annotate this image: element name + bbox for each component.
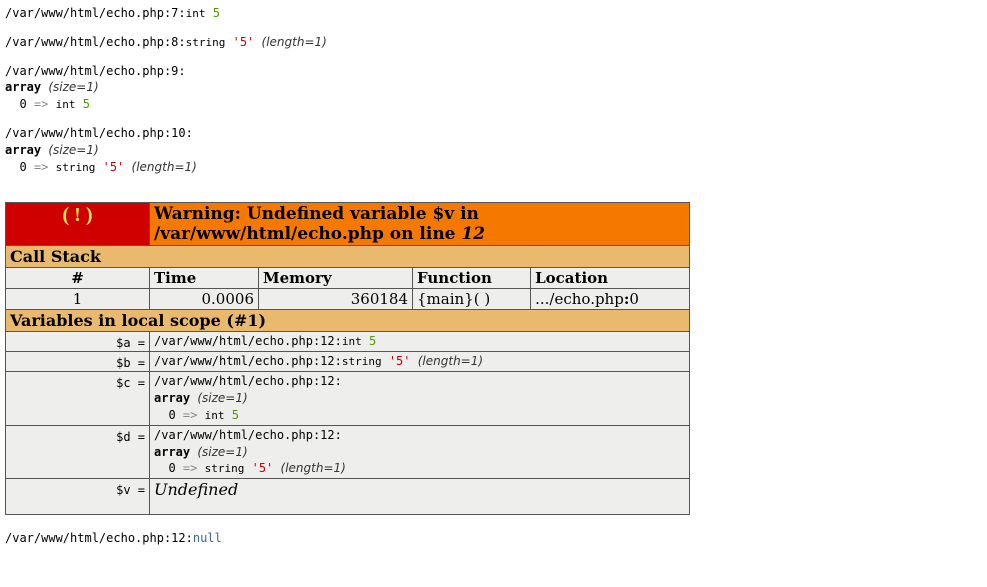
col-time: Time — [150, 268, 259, 289]
stack-time: 0.0006 — [150, 289, 259, 310]
stack-function: {main}( ) — [413, 289, 531, 310]
call-stack-row: 1 0.0006 360184 {main}( ) .../echo.php:0 — [6, 289, 690, 310]
dump-line: /var/www/html/echo.php:12:null — [5, 530, 987, 547]
scope-var-row: $b = /var/www/html/echo.php:12:string '5… — [6, 352, 690, 372]
vardump-array-int: /var/www/html/echo.php:9: array (size=1)… — [5, 63, 987, 113]
var-name-b: $b = — [6, 352, 150, 372]
var-name-c: $c = — [6, 372, 150, 425]
vardump-string: /var/www/html/echo.php:8:string '5' (len… — [5, 34, 987, 51]
dump-line: /var/www/html/echo.php:10: array (size=1… — [5, 125, 987, 175]
var-name-a: $a = — [6, 332, 150, 352]
col-function: Function — [413, 268, 531, 289]
local-scope-title: Variables in local scope (#1) — [6, 310, 690, 332]
dump-line: /var/www/html/echo.php:7:int 5 — [5, 5, 987, 22]
var-name-v: $v = — [6, 479, 150, 515]
vardump-null: /var/www/html/echo.php:12:null — [5, 530, 987, 547]
vardump-array-string: /var/www/html/echo.php:10: array (size=1… — [5, 125, 987, 175]
col-location: Location — [531, 268, 690, 289]
col-memory: Memory — [259, 268, 413, 289]
error-message: Warning: Undefined variable $v in /var/w… — [150, 203, 690, 246]
scope-var-row: $c = /var/www/html/echo.php:12: array (s… — [6, 372, 690, 425]
scope-var-row: $v = Undefined — [6, 479, 690, 515]
var-value-d: /var/www/html/echo.php:12: array (size=1… — [150, 425, 690, 478]
call-stack-header-row: # Time Memory Function Location — [6, 268, 690, 289]
call-stack-title: Call Stack — [6, 246, 690, 268]
var-value-a: /var/www/html/echo.php:12:int 5 — [150, 332, 690, 352]
dump-line: /var/www/html/echo.php:8:string '5' (len… — [5, 34, 987, 51]
error-bang-icon: ( ! ) — [6, 203, 150, 246]
var-value-b: /var/www/html/echo.php:12:string '5' (le… — [150, 352, 690, 372]
stack-location: .../echo.php:0 — [531, 289, 690, 310]
var-value-c: /var/www/html/echo.php:12: array (size=1… — [150, 372, 690, 425]
scope-var-row: $a = /var/www/html/echo.php:12:int 5 — [6, 332, 690, 352]
scope-var-row: $d = /var/www/html/echo.php:12: array (s… — [6, 425, 690, 478]
stack-num: 1 — [6, 289, 150, 310]
dump-line: /var/www/html/echo.php:9: array (size=1)… — [5, 63, 987, 113]
var-value-v: Undefined — [150, 479, 690, 515]
col-num: # — [6, 268, 150, 289]
xdebug-error-table: ( ! ) Warning: Undefined variable $v in … — [5, 202, 690, 515]
vardump-int: /var/www/html/echo.php:7:int 5 — [5, 5, 987, 22]
var-name-d: $d = — [6, 425, 150, 478]
stack-memory: 360184 — [259, 289, 413, 310]
